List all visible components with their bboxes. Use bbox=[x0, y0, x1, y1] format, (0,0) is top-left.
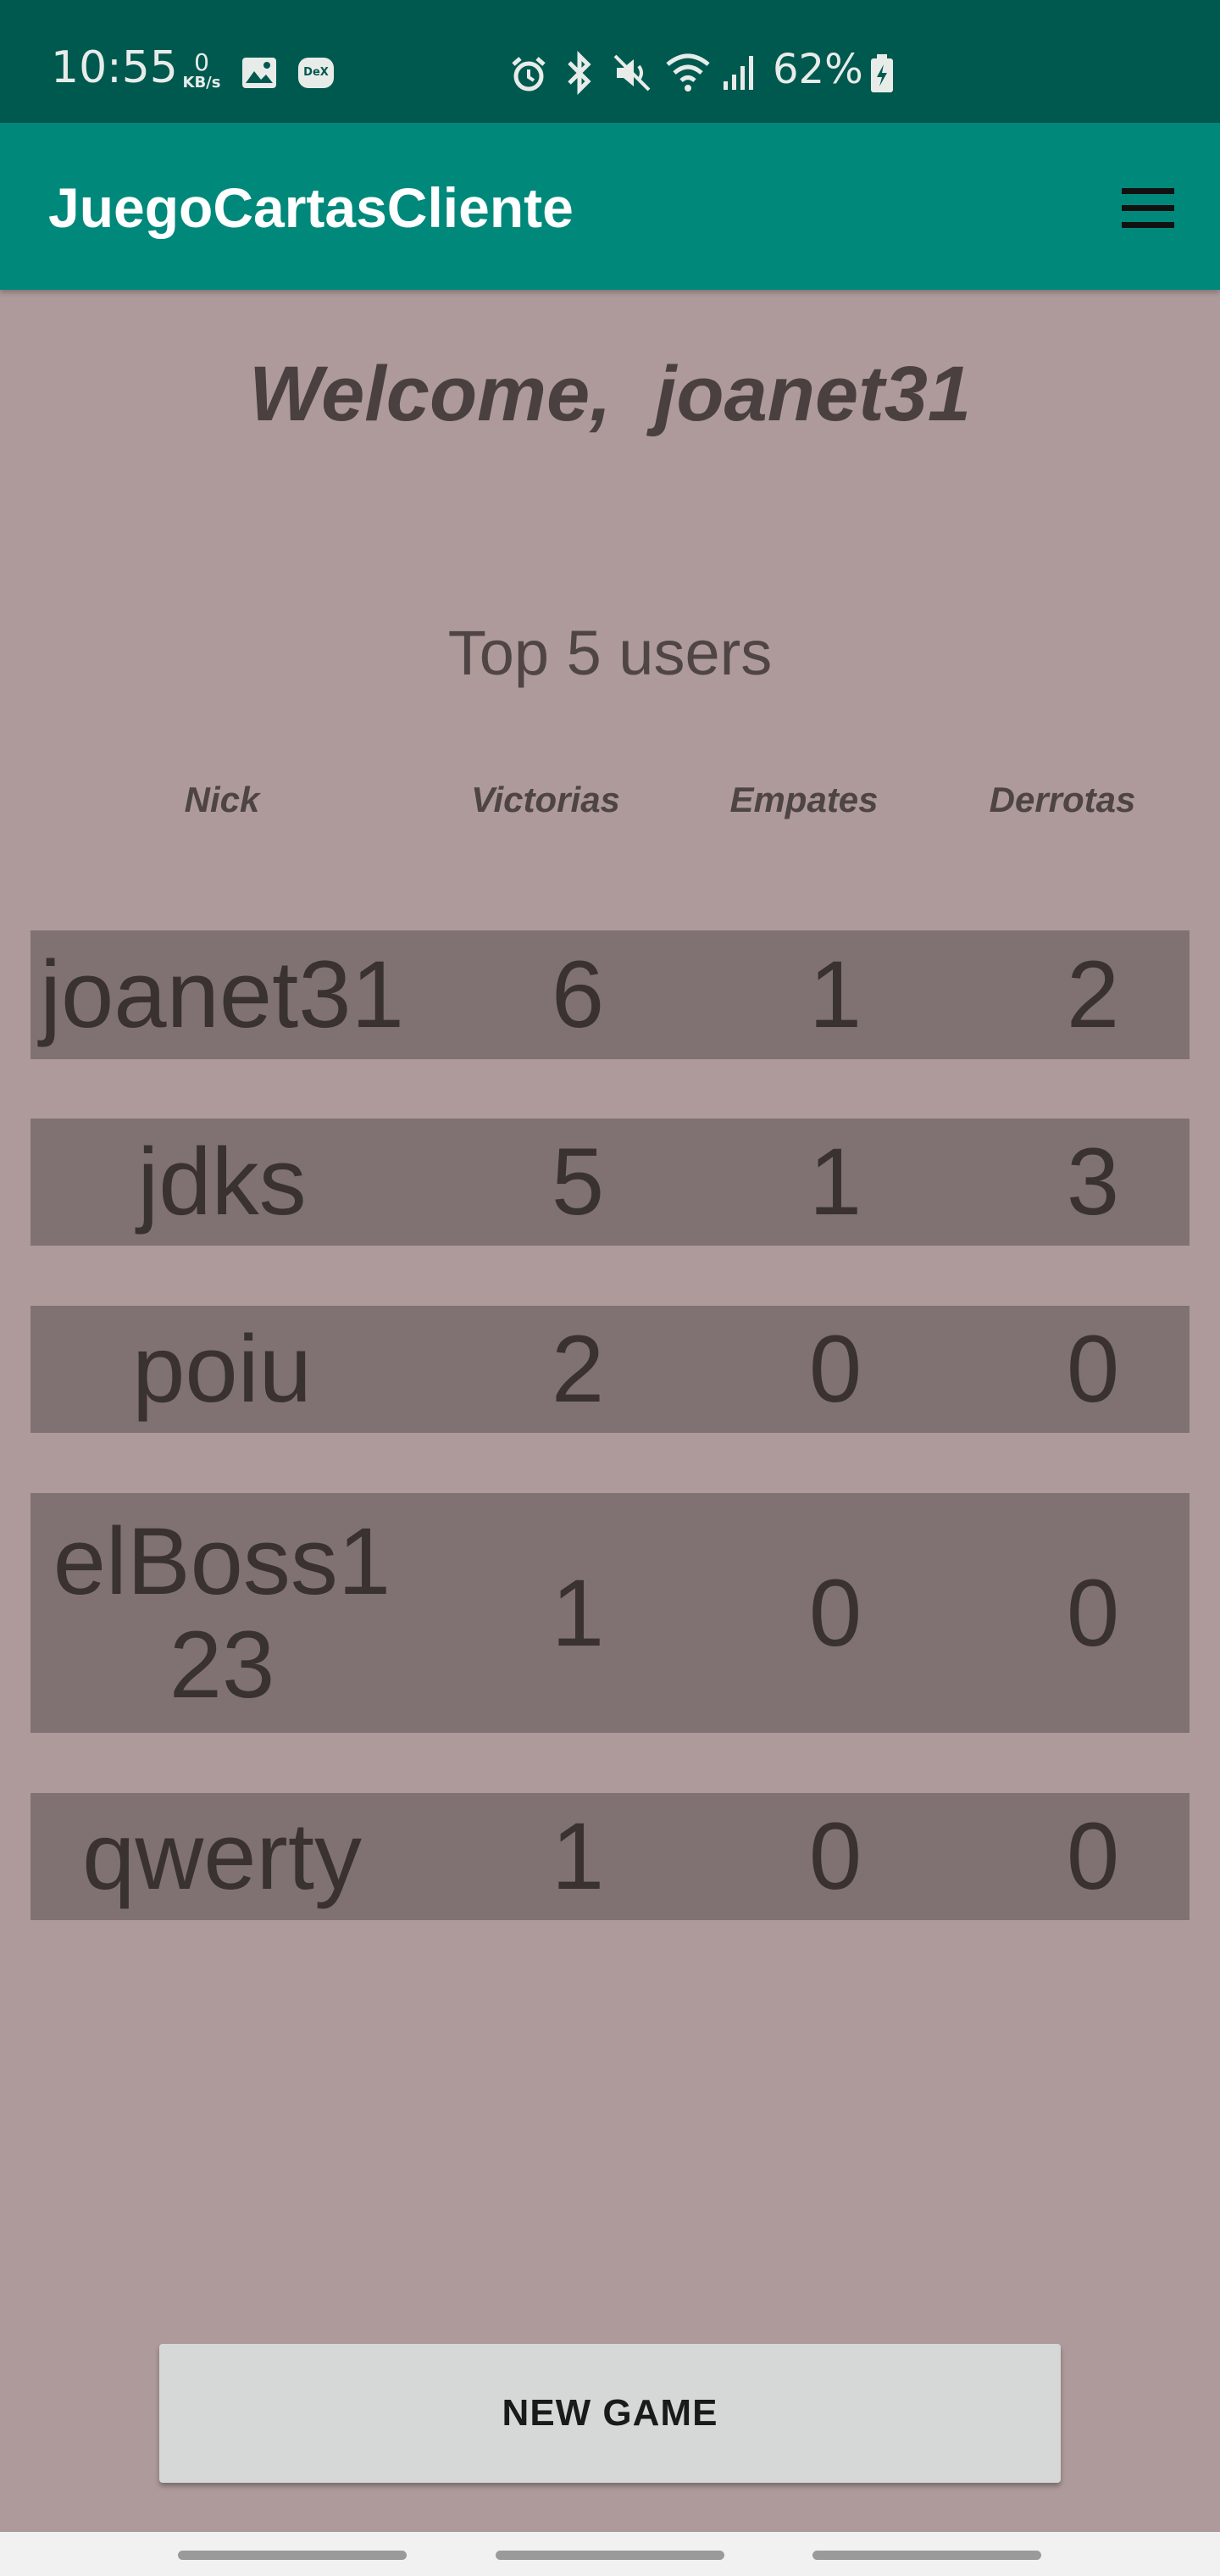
status-bar: 10:55 0 KB/s DeX 62% bbox=[0, 0, 1220, 123]
cell-nick: elBoss1 23 bbox=[53, 1507, 391, 1718]
table-row: qwerty 1 0 0 bbox=[30, 1793, 1190, 1920]
column-header-empates: Empates bbox=[729, 780, 879, 819]
cell-derrotas: 3 bbox=[1066, 1129, 1120, 1235]
nav-recents-button[interactable] bbox=[178, 2551, 407, 2560]
cell-nick: poiu bbox=[132, 1316, 312, 1422]
nav-back-button[interactable] bbox=[812, 2551, 1041, 2560]
net-speed-unit: KB/s bbox=[182, 74, 221, 92]
app-bar: JuegoCartasCliente bbox=[0, 123, 1220, 290]
table-row: poiu 2 0 0 bbox=[30, 1306, 1190, 1433]
new-game-button[interactable]: NEW GAME bbox=[159, 2344, 1061, 2483]
cell-empates: 0 bbox=[808, 1559, 862, 1666]
cell-derrotas: 2 bbox=[1066, 941, 1120, 1047]
cell-victorias: 6 bbox=[551, 941, 605, 1047]
cell-victorias: 1 bbox=[551, 1559, 605, 1666]
table-row: jdks 5 1 3 bbox=[30, 1119, 1190, 1246]
cell-victorias: 2 bbox=[551, 1316, 605, 1422]
status-time: 10:55 bbox=[51, 42, 178, 93]
net-speed-value: 0 bbox=[194, 48, 209, 76]
app-title: JuegoCartasCliente bbox=[48, 176, 574, 239]
bluetooth-icon bbox=[564, 50, 595, 98]
cell-victorias: 5 bbox=[551, 1129, 605, 1235]
net-speed-indicator: 0 KB/s bbox=[180, 51, 224, 92]
battery-percent: 62% bbox=[773, 46, 863, 93]
navigation-bar bbox=[0, 2532, 1220, 2576]
column-header-victorias: Victorias bbox=[471, 780, 620, 819]
menu-line bbox=[1122, 222, 1174, 228]
battery-charging-icon bbox=[869, 54, 895, 97]
alarm-icon bbox=[508, 54, 549, 98]
cell-nick: qwerty bbox=[82, 1803, 362, 1909]
cell-nick: jdks bbox=[137, 1129, 307, 1235]
cell-derrotas: 0 bbox=[1066, 1559, 1120, 1666]
table-row: elBoss1 23 1 0 0 bbox=[30, 1493, 1190, 1733]
nav-home-button[interactable] bbox=[496, 2551, 724, 2560]
menu-line bbox=[1122, 188, 1174, 194]
wifi-icon bbox=[664, 51, 712, 97]
mute-icon bbox=[612, 53, 652, 97]
column-header-nick: Nick bbox=[184, 780, 260, 819]
cell-empates: 0 bbox=[808, 1316, 862, 1422]
menu-line bbox=[1122, 205, 1174, 211]
cell-derrotas: 0 bbox=[1066, 1316, 1120, 1422]
welcome-heading: Welcome, joanet31 bbox=[248, 351, 972, 437]
ranking-title: Top 5 users bbox=[447, 618, 773, 688]
dex-icon: DeX bbox=[298, 58, 334, 88]
hamburger-menu-icon[interactable] bbox=[1112, 178, 1184, 237]
table-row: joanet31 6 1 2 bbox=[30, 930, 1190, 1059]
gallery-icon bbox=[241, 56, 278, 93]
cell-nick: joanet31 bbox=[40, 941, 404, 1047]
cell-empates: 0 bbox=[808, 1803, 862, 1909]
cell-victorias: 1 bbox=[551, 1803, 605, 1909]
signal-icon bbox=[722, 53, 756, 95]
cell-derrotas: 0 bbox=[1066, 1803, 1120, 1909]
cell-empates: 1 bbox=[808, 941, 862, 1047]
cell-empates: 1 bbox=[808, 1129, 862, 1235]
column-header-derrotas: Derrotas bbox=[989, 780, 1136, 819]
